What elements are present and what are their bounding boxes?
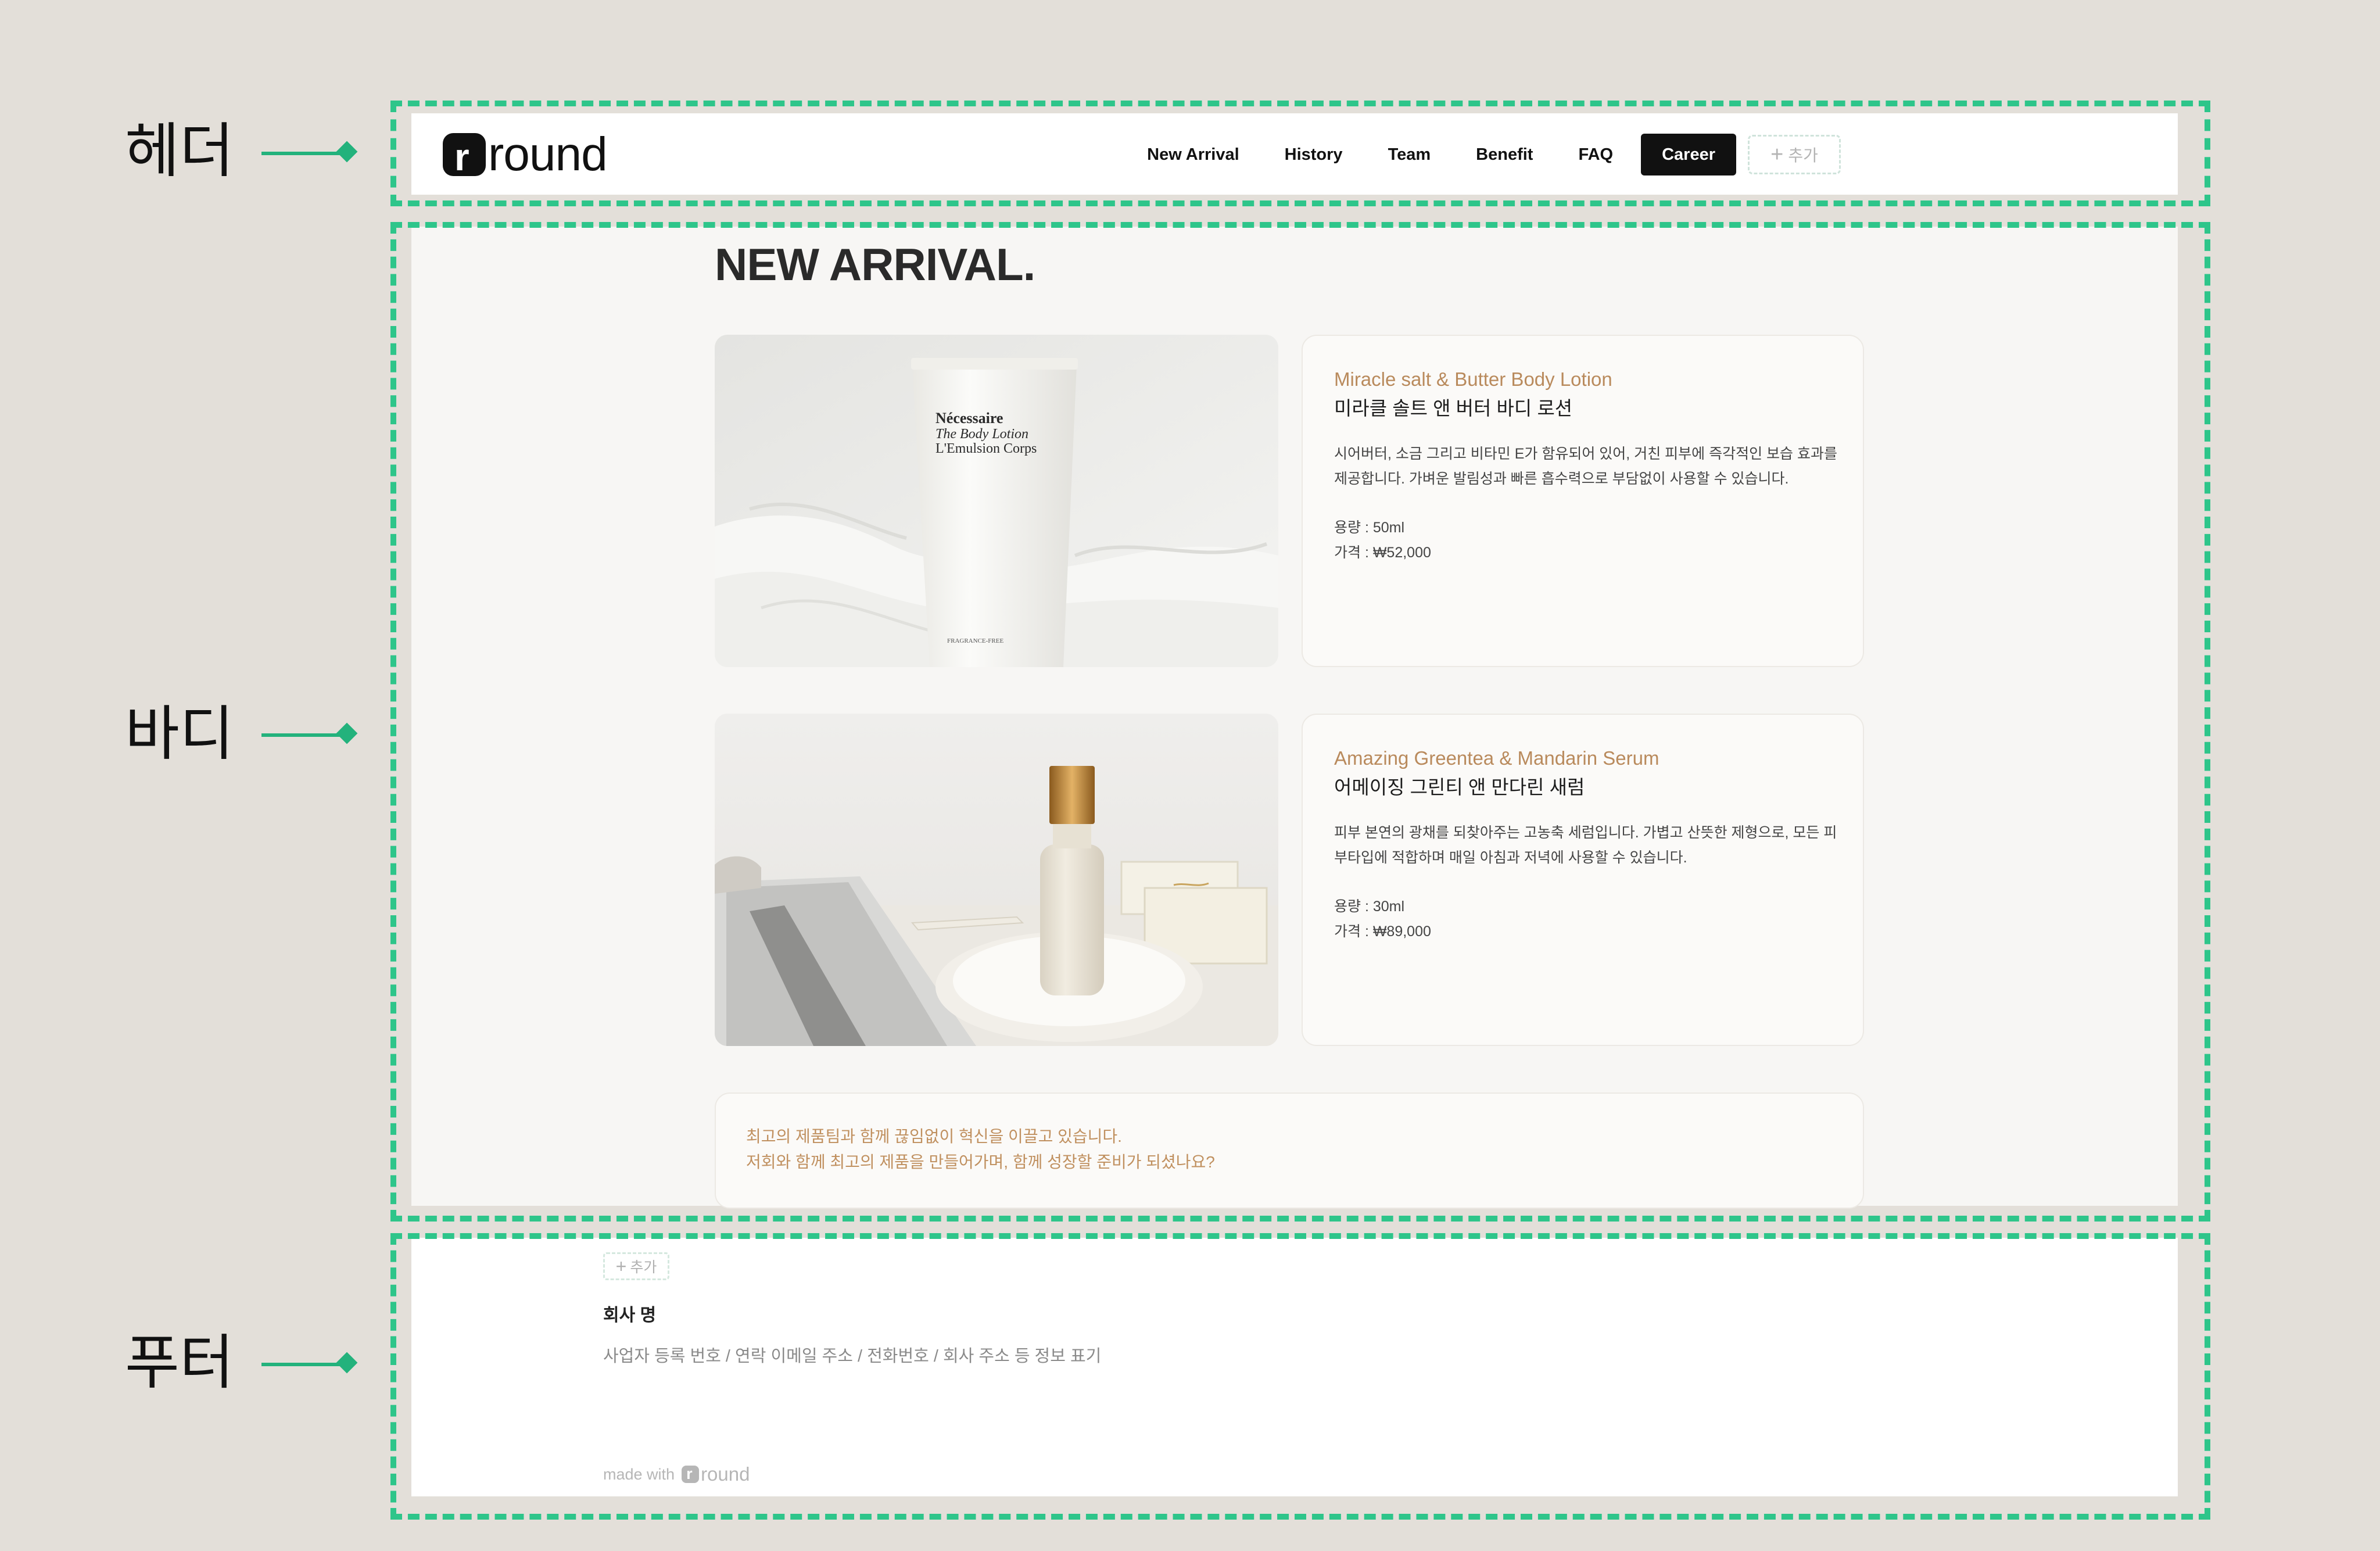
footer-annotation-arrow	[261, 1363, 349, 1366]
header-annotation-arrow	[261, 152, 349, 155]
header-section-frame	[390, 101, 2210, 206]
body-section-frame	[390, 222, 2210, 1222]
body-annotation-arrow	[261, 733, 349, 737]
header-annotation-label: 헤더	[125, 117, 234, 186]
body-annotation-label: 바디	[125, 700, 234, 769]
footer-section-frame	[390, 1233, 2210, 1520]
footer-annotation-label: 푸터	[125, 1328, 234, 1398]
